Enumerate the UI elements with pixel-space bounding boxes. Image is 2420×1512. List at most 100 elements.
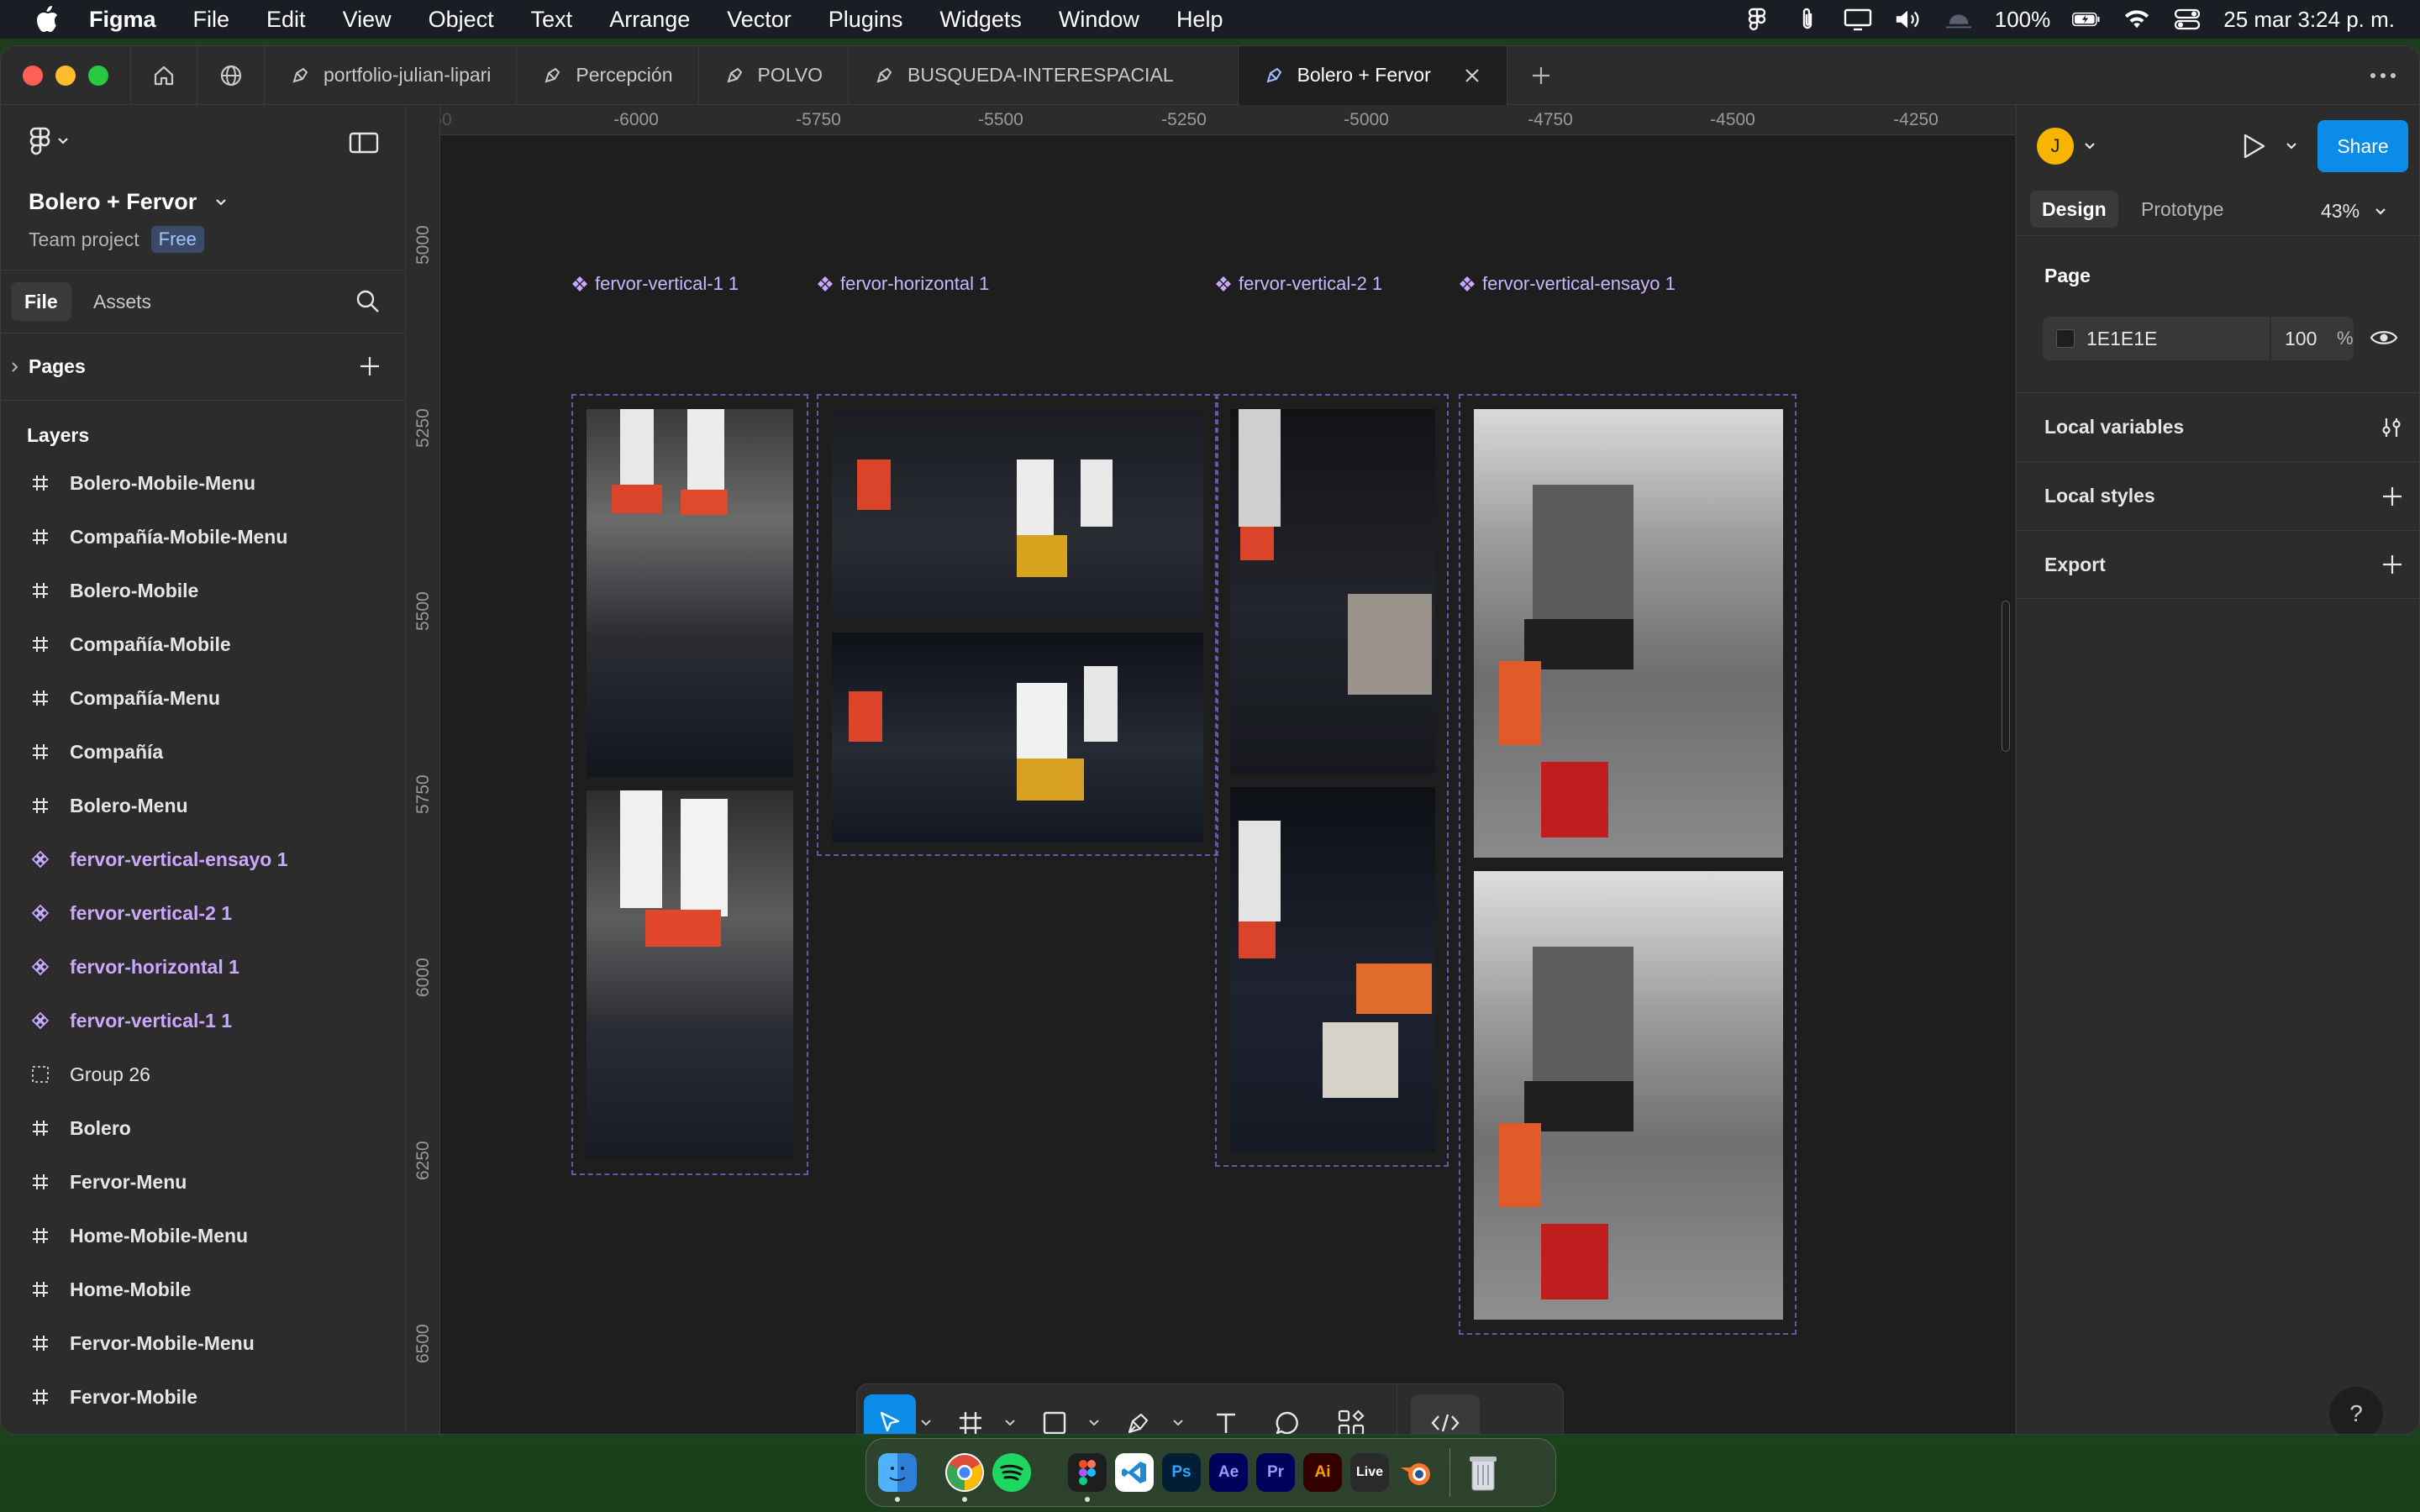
comment-tool-button[interactable] <box>1255 1394 1319 1434</box>
tab-percepcion[interactable]: Percepción <box>517 46 699 105</box>
dock-after-effects[interactable]: Ae <box>1209 1453 1248 1492</box>
layer-row[interactable]: fervor-vertical-2 1 <box>1 886 406 940</box>
dock-blender[interactable] <box>1397 1453 1436 1492</box>
pen-tool-button[interactable] <box>1109 1394 1168 1434</box>
layer-row[interactable]: Home-Mobile <box>1 1263 406 1316</box>
export-row[interactable]: Export <box>2017 530 2419 599</box>
figma-status-icon[interactable] <box>1743 8 1771 31</box>
frame-tool-button[interactable] <box>941 1394 1000 1434</box>
dock-illustrator[interactable]: Ai <box>1303 1453 1342 1492</box>
layer-row[interactable]: Fervor-Mobile-Menu <box>1 1316 406 1370</box>
wifi-icon[interactable] <box>2123 8 2151 31</box>
tab-design[interactable]: Design <box>2030 191 2118 228</box>
close-tab-icon[interactable] <box>1463 66 1481 85</box>
project-name[interactable]: Team project <box>29 228 139 251</box>
zoom-window-button[interactable] <box>88 65 108 86</box>
move-tool-button[interactable] <box>864 1394 916 1434</box>
tab-busqueda-interespacial[interactable]: BUSQUEDA-INTERESPACIAL <box>849 46 1239 105</box>
control-center-icon[interactable] <box>2173 8 2202 31</box>
page-background-row[interactable]: 1E1E1E 100 % <box>2043 317 2354 360</box>
menu-object[interactable]: Object <box>410 7 513 33</box>
menu-plugins[interactable]: Plugins <box>810 7 922 33</box>
frame-fervor-vertical-1[interactable] <box>571 394 808 1175</box>
tab-portfolio[interactable]: portfolio-julian-lipari <box>265 46 518 105</box>
menu-text[interactable]: Text <box>513 7 592 33</box>
vertical-scrollbar[interactable] <box>2002 601 2010 752</box>
canvas[interactable]: -6250-6000-5750-5500-5250-5000-4750-4500… <box>407 105 2015 1434</box>
close-window-button[interactable] <box>23 65 43 86</box>
volume-icon[interactable] <box>1894 8 1923 31</box>
search-layers-button[interactable] <box>355 289 381 318</box>
chevron-down-icon[interactable] <box>2084 142 2096 150</box>
page-opacity-value[interactable]: 100 <box>2285 328 2327 350</box>
community-button[interactable] <box>197 46 265 105</box>
menu-window[interactable]: Window <box>1040 7 1158 33</box>
add-page-icon[interactable] <box>359 355 381 377</box>
layer-row[interactable]: Bolero-Mobile-Menu <box>1 456 406 510</box>
layer-row[interactable]: Home-Mobile-Menu <box>1 1209 406 1263</box>
display-icon[interactable] <box>1844 8 1872 31</box>
tab-polvo[interactable]: POLVO <box>699 46 850 105</box>
layer-row[interactable]: Group 26 <box>1 1047 406 1101</box>
dock-photoshop[interactable]: Ps <box>1162 1453 1201 1492</box>
layer-row[interactable]: Compañía-Mobile-Menu <box>1 510 406 564</box>
layer-row[interactable]: Bolero-Menu <box>1 779 406 832</box>
actions-tool-button[interactable] <box>1319 1394 1383 1434</box>
dock-vscode[interactable] <box>1115 1453 1154 1492</box>
frame-label-horizontal[interactable]: fervor-horizontal 1 <box>817 273 989 295</box>
dock-figma[interactable] <box>1068 1453 1107 1502</box>
frame-fervor-horizontal[interactable] <box>817 394 1218 856</box>
tab-prototype[interactable]: Prototype <box>2129 191 2235 228</box>
frame-label-vertical-1[interactable]: fervor-vertical-1 1 <box>571 273 739 295</box>
eye-icon[interactable] <box>2370 327 2398 349</box>
zoom-control[interactable]: 43% <box>2321 200 2386 223</box>
dock-premiere[interactable]: Pr <box>1256 1453 1295 1492</box>
minimize-window-button[interactable] <box>55 65 76 86</box>
local-styles-row[interactable]: Local styles <box>2017 461 2419 530</box>
tab-bolero-fervor[interactable]: Bolero + Fervor <box>1238 46 1507 105</box>
menu-app-figma[interactable]: Figma <box>81 7 175 33</box>
battery-icon[interactable] <box>2072 8 2101 31</box>
layer-row[interactable]: Compañía-Mobile <box>1 617 406 671</box>
menu-widgets[interactable]: Widgets <box>921 7 1040 33</box>
layer-row[interactable]: fervor-horizontal 1 <box>1 940 406 994</box>
layer-row[interactable]: fervor-vertical-1 1 <box>1 994 406 1047</box>
present-button[interactable] <box>2240 132 2267 165</box>
home-button[interactable] <box>130 46 197 105</box>
brightness-icon[interactable] <box>1944 8 1973 31</box>
layer-row[interactable]: Compañía <box>1 725 406 779</box>
tab-file[interactable]: File <box>11 282 71 321</box>
page-color-value[interactable]: 1E1E1E <box>2086 328 2270 350</box>
pages-section[interactable]: Pages <box>1 333 406 401</box>
toggle-sidebar-button[interactable] <box>349 130 379 160</box>
dock-spotify[interactable] <box>992 1453 1031 1492</box>
dock-chrome[interactable] <box>945 1453 984 1502</box>
menu-view[interactable]: View <box>324 7 410 33</box>
dock-trash[interactable] <box>1464 1453 1502 1492</box>
file-title[interactable]: Bolero + Fervor <box>29 189 227 215</box>
apple-icon[interactable] <box>30 5 64 34</box>
menu-vector[interactable]: Vector <box>708 7 810 33</box>
layer-row[interactable]: Fervor-Mobile <box>1 1370 406 1424</box>
text-tool-button[interactable] <box>1197 1394 1255 1434</box>
share-button[interactable]: Share <box>2317 120 2408 172</box>
frame-tool-menu[interactable] <box>1000 1394 1020 1434</box>
layer-row[interactable]: fervor-vertical-ensayo 1 <box>1 832 406 886</box>
frame-label-vertical-2[interactable]: fervor-vertical-2 1 <box>1215 273 1382 295</box>
tab-assets[interactable]: Assets <box>80 282 165 321</box>
dock-finder[interactable] <box>878 1453 917 1502</box>
chevron-down-icon[interactable] <box>2286 142 2297 150</box>
paperclip-icon[interactable] <box>1793 8 1822 31</box>
layer-row[interactable]: Bolero-Mobile <box>1 564 406 617</box>
color-swatch[interactable] <box>2056 329 2075 348</box>
menu-edit[interactable]: Edit <box>248 7 324 33</box>
shape-tool-menu[interactable] <box>1084 1394 1104 1434</box>
main-menu-button[interactable] <box>29 127 69 155</box>
layer-row[interactable]: Fervor-Menu <box>1 1155 406 1209</box>
frame-fervor-vertical-2[interactable] <box>1215 394 1449 1167</box>
dock-ableton-live[interactable]: Live <box>1350 1453 1389 1492</box>
new-tab-button[interactable] <box>1507 65 1575 87</box>
more-options-button[interactable] <box>2369 65 2397 91</box>
frame-label-vertical-ensayo[interactable]: fervor-vertical-ensayo 1 <box>1459 273 1676 295</box>
layer-row[interactable]: Compañía-Menu <box>1 671 406 725</box>
